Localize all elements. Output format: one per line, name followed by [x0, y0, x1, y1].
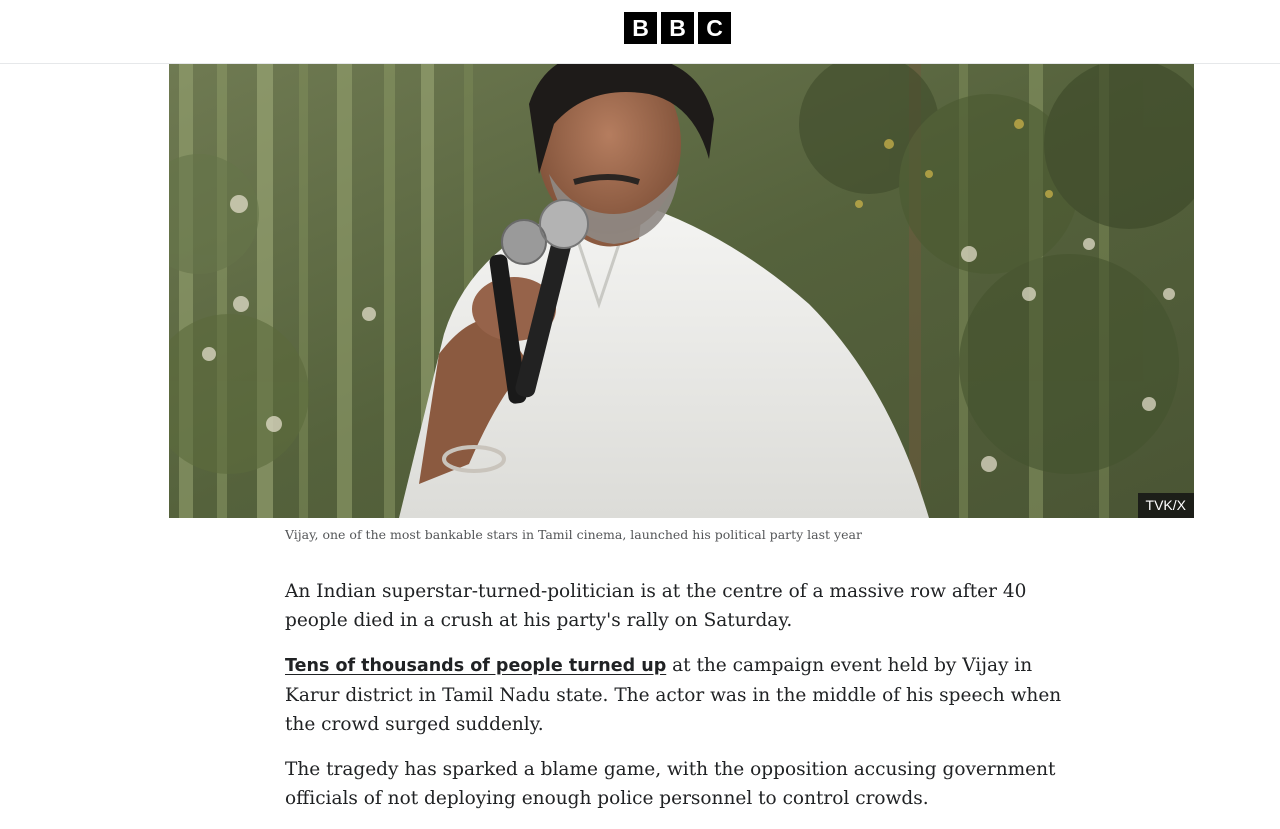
masthead: B B C [0, 0, 1280, 64]
hero-image: TVK/X [169, 64, 1194, 518]
crowd-size-link[interactable]: Tens of thousands of people turned up [285, 656, 666, 676]
hero-photo-illustration [169, 64, 1194, 518]
article-body: An Indian superstar-turned-politician is… [285, 577, 1085, 829]
article-paragraph-1: An Indian superstar-turned-politician is… [285, 581, 1027, 631]
logo-block-c: C [698, 12, 731, 44]
article-paragraph-3: The tragedy has sparked a blame game, wi… [285, 759, 1056, 809]
bbc-logo[interactable]: B B C [624, 12, 731, 44]
article-paragraph-2: Tens of thousands of people turned up at… [285, 651, 1085, 739]
logo-block-b1: B [624, 12, 657, 44]
image-credit: TVK/X [1137, 493, 1194, 518]
image-caption: Vijay, one of the most bankable stars in… [285, 527, 862, 542]
logo-block-b2: B [661, 12, 694, 44]
